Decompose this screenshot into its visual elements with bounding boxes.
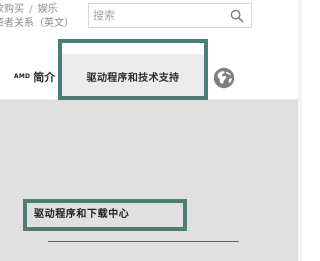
highlight-box-bottom bbox=[23, 199, 187, 231]
content-divider bbox=[48, 241, 239, 242]
top-links: 款购买 / 娱乐 资者关系（英文） bbox=[0, 3, 80, 31]
nav-item-amd-intro-label: 简介 bbox=[33, 70, 56, 84]
link-entertainment[interactable]: 娱乐 bbox=[38, 4, 58, 15]
globe-icon[interactable] bbox=[212, 66, 236, 90]
link-purchase[interactable]: 款购买 bbox=[0, 4, 24, 15]
amd-logo-text: AMD bbox=[14, 73, 31, 80]
nav-item-amd-intro[interactable]: AMD 简介 bbox=[14, 54, 60, 99]
content-area: 驱动程序和下载中心 bbox=[0, 100, 302, 261]
link-separator: / bbox=[29, 4, 33, 15]
top-links-line-2: 资者关系（英文） bbox=[0, 17, 80, 31]
search-box[interactable] bbox=[88, 3, 252, 28]
search-icon[interactable] bbox=[230, 9, 244, 23]
link-investor-relations[interactable]: 资者关系（英文） bbox=[0, 18, 74, 29]
top-links-line-1: 款购买 / 娱乐 bbox=[0, 3, 80, 17]
right-edge-strip bbox=[298, 0, 302, 261]
search-input[interactable] bbox=[93, 5, 225, 26]
highlight-box-top bbox=[58, 39, 208, 100]
